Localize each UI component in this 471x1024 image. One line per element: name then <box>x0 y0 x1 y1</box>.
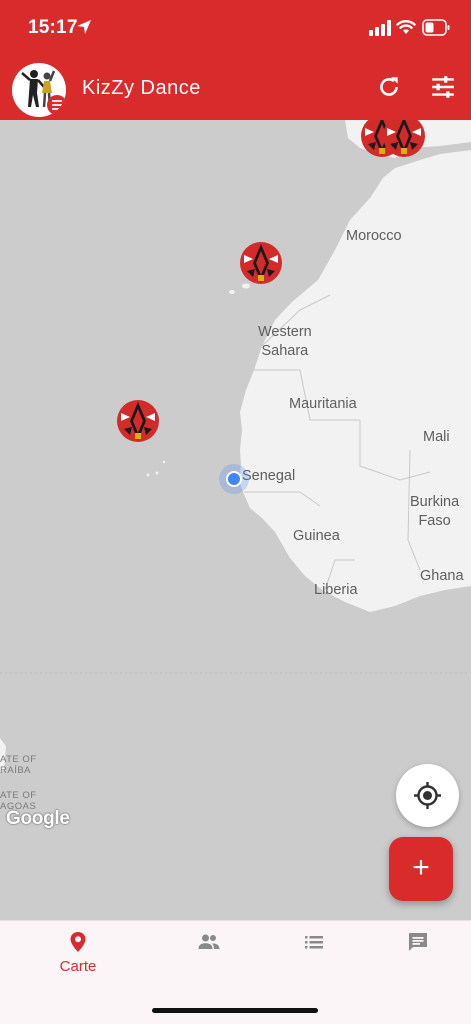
nav-item-carte[interactable]: Carte <box>19 921 137 991</box>
signal-icon <box>369 20 391 36</box>
mask-marker-icon[interactable] <box>382 120 426 158</box>
map-label-morocco: Morocco <box>346 228 402 244</box>
app-bar: KizZy Dance <box>0 58 471 120</box>
map-label-senegal: Senegal <box>242 468 296 484</box>
user-location-dot-inner <box>226 471 242 487</box>
chat-icon <box>409 933 427 951</box>
location-arrow-icon <box>77 20 91 34</box>
battery-icon <box>422 19 450 36</box>
tune-icon[interactable] <box>430 74 456 100</box>
nav-item-carte-label: Carte <box>59 958 97 975</box>
map-label-guinea: Guinea <box>293 528 340 544</box>
map-label-burkina-faso: Burkina Faso <box>410 494 460 529</box>
my-location-button[interactable] <box>396 764 459 827</box>
refresh-icon[interactable] <box>376 74 402 100</box>
status-bar: 15:17 <box>0 0 471 58</box>
google-attribution: Google <box>6 808 70 829</box>
app-title: KizZy Dance <box>82 77 201 99</box>
mask-marker-icon[interactable] <box>239 241 283 285</box>
map-pin-icon <box>70 932 86 952</box>
nav-item-chat[interactable] <box>359 921 471 991</box>
map-label-mauritania: Mauritania <box>289 396 357 412</box>
home-indicator <box>152 1008 318 1013</box>
map-label-western-sahara: Western Sahara <box>258 324 312 359</box>
my-location-icon <box>414 782 441 809</box>
list-icon <box>305 936 323 949</box>
dancers-logo-icon <box>21 70 66 115</box>
map-label-ghana: Ghana <box>420 568 464 584</box>
people-icon <box>198 934 220 949</box>
nav-item-list[interactable] <box>255 921 373 991</box>
map-label-mali: Mali <box>423 429 450 445</box>
mask-marker-icon[interactable] <box>116 399 160 443</box>
app-logo[interactable] <box>12 63 66 117</box>
user-location-dot <box>219 464 249 494</box>
top-bar: 15:17 KizZy Dance <box>0 0 471 120</box>
map-label-liberia: Liberia <box>314 582 358 598</box>
map-label-paraiba: ATE OF RAÍBA <box>0 754 37 776</box>
wifi-icon <box>396 20 416 34</box>
add-event-button[interactable]: + <box>389 837 453 901</box>
status-time: 15:17 <box>28 17 78 38</box>
nav-item-people[interactable] <box>150 921 268 991</box>
